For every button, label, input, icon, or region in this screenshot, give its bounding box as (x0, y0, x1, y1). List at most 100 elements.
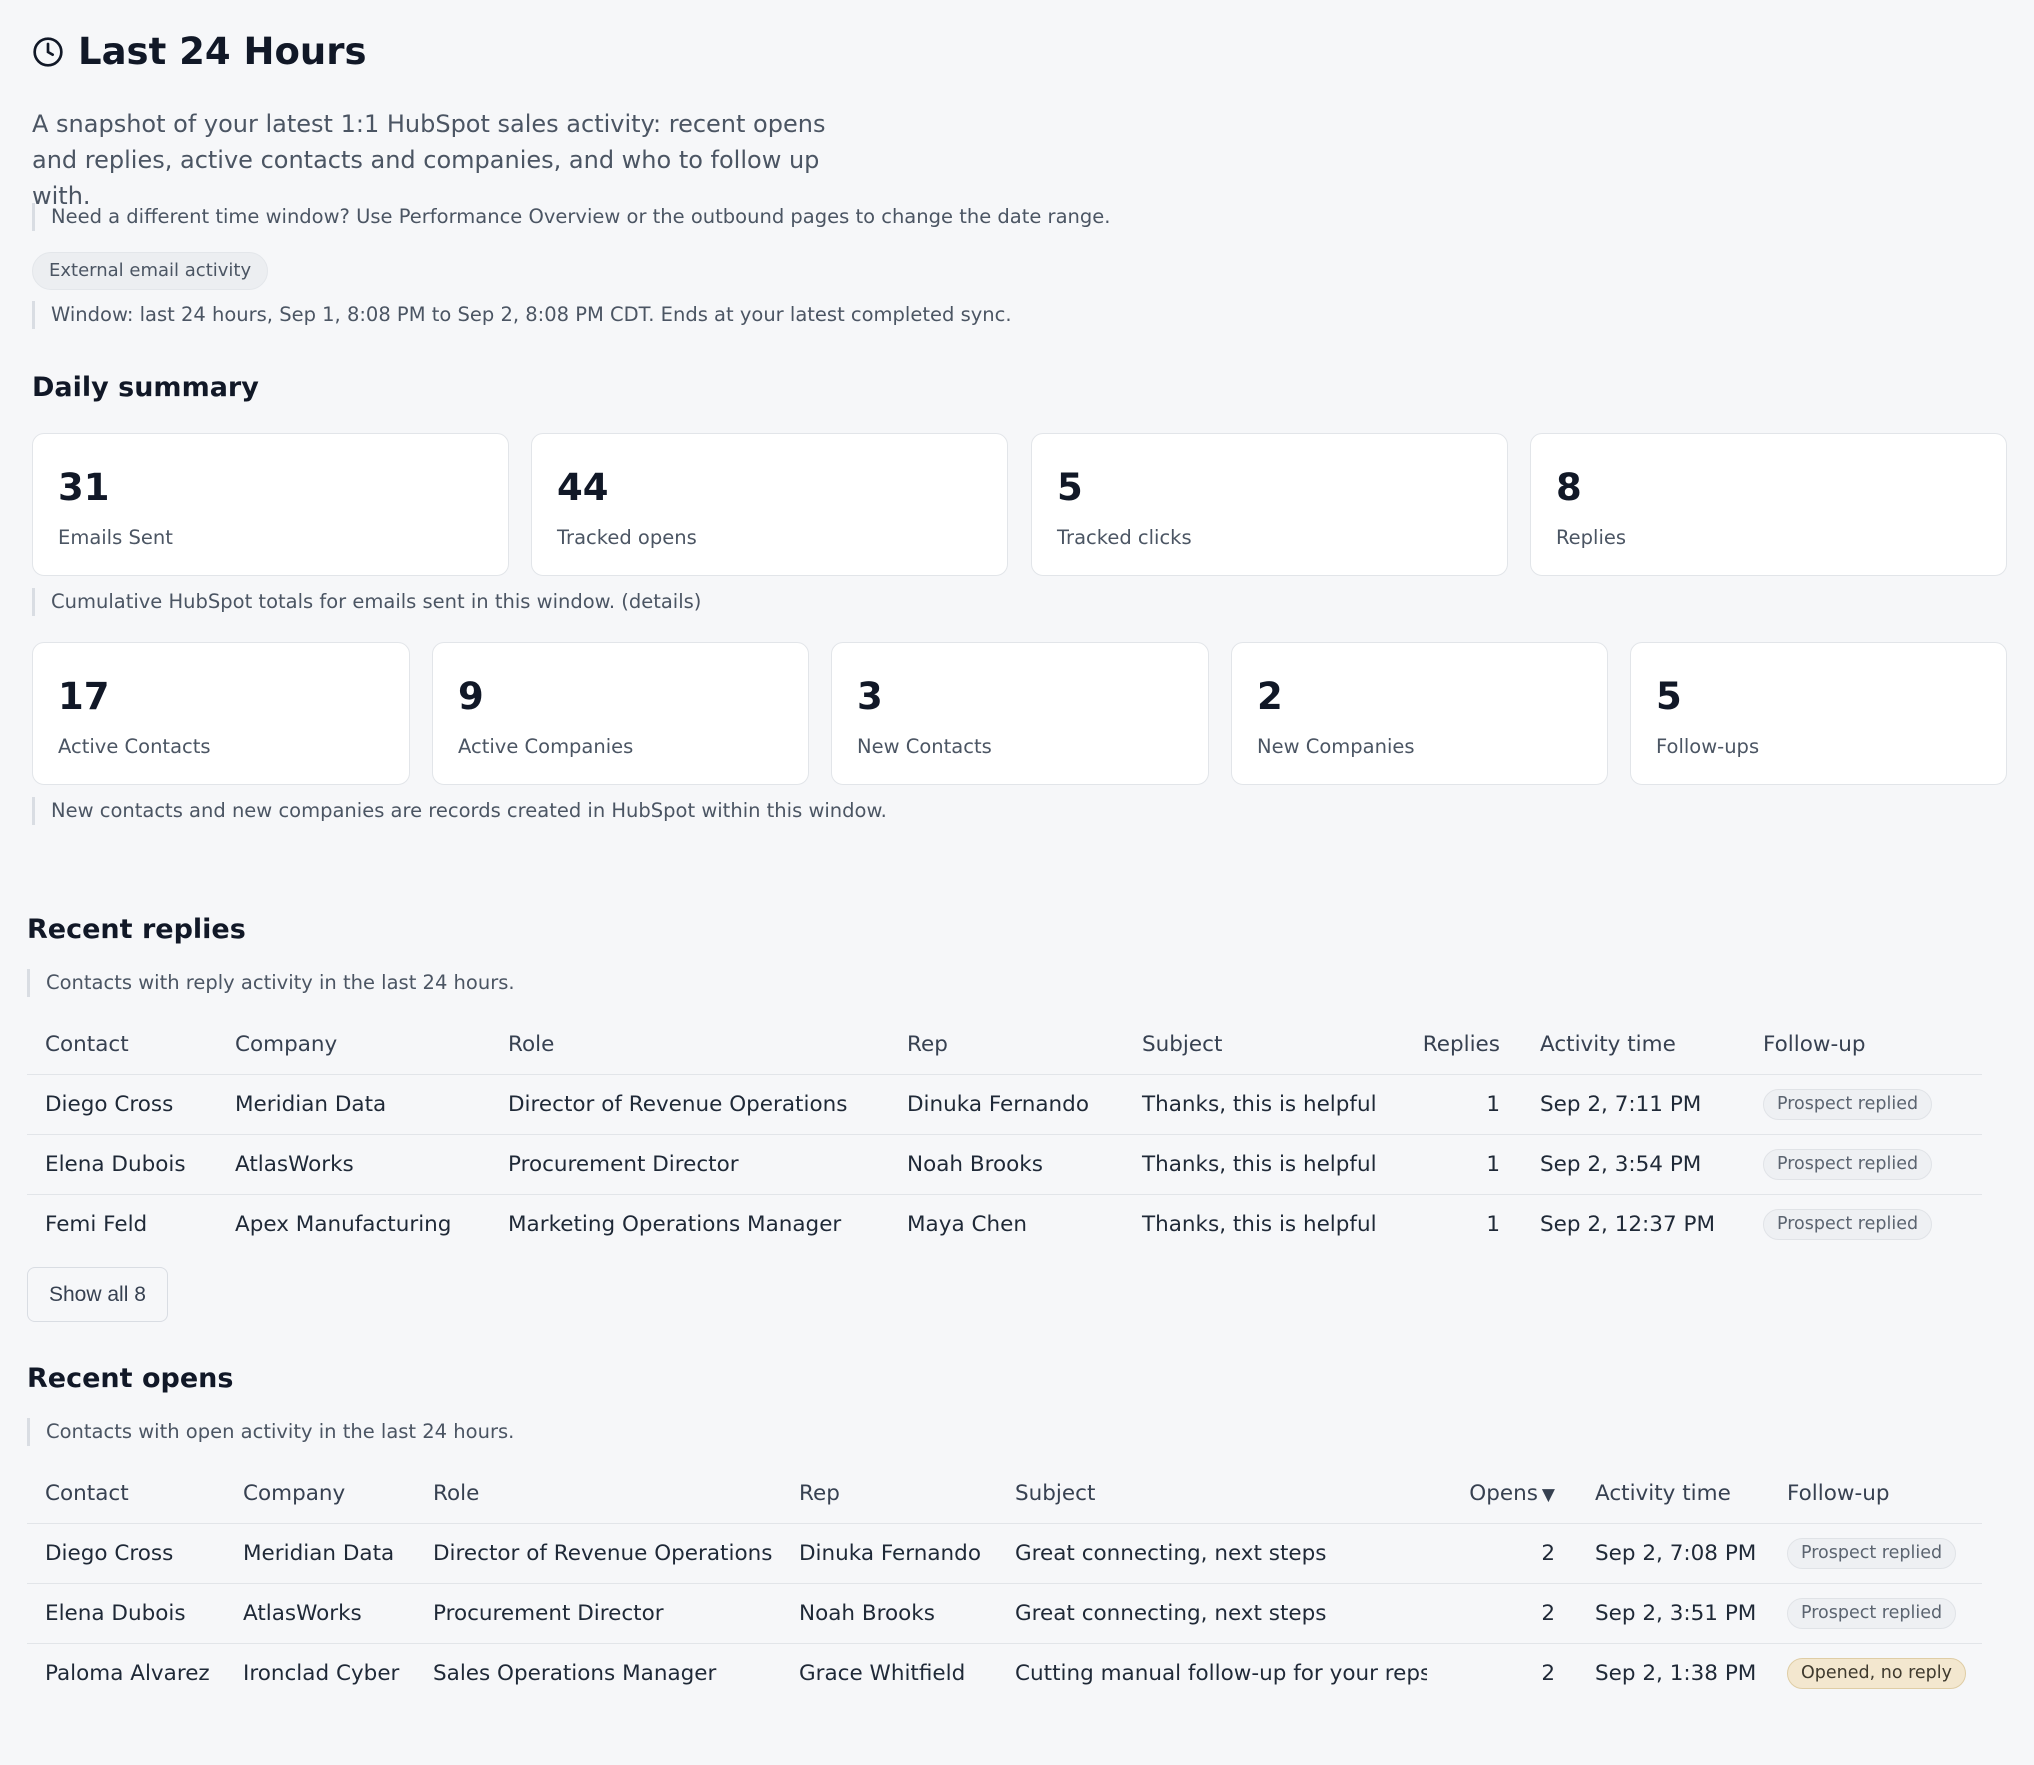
new-records-note: New contacts and new companies are recor… (32, 797, 887, 825)
opens-count-cell: 2 (1427, 1523, 1577, 1584)
recent-opens-title: Recent opens (27, 1363, 234, 1394)
new-contacts-label: New Contacts (857, 735, 992, 758)
column-header-subject[interactable]: Subject (1124, 1016, 1386, 1075)
column-header-contact[interactable]: Contact (27, 1016, 217, 1075)
subject-cell: Great connecting, next steps (997, 1523, 1427, 1584)
follow-up-cell: Prospect replied (1745, 1194, 1982, 1254)
contact-cell[interactable]: Elena Dubois (27, 1134, 217, 1195)
table-header-row: Contact Company Role Rep Subject Opens ▼ … (27, 1465, 1982, 1524)
column-header-follow-up[interactable]: Follow-up (1745, 1016, 1982, 1075)
column-header-contact[interactable]: Contact (27, 1465, 225, 1524)
active-companies-label: Active Companies (458, 735, 634, 758)
follow-ups-card: 5 Follow-ups (1630, 642, 2007, 785)
daily-summary-title: Daily summary (32, 372, 259, 403)
subject-cell: Great connecting, next steps (997, 1583, 1427, 1644)
role-cell: Director of Revenue Operations (490, 1074, 889, 1135)
follow-up-cell: Prospect replied (1745, 1134, 1982, 1195)
contact-cell[interactable]: Elena Dubois (27, 1583, 225, 1644)
table-row[interactable]: Diego Cross Meridian Data Director of Re… (27, 1074, 1982, 1135)
recent-replies-note: Contacts with reply activity in the last… (27, 969, 515, 997)
column-header-role[interactable]: Role (490, 1016, 889, 1075)
rep-cell: Noah Brooks (781, 1583, 997, 1644)
follow-up-cell: Prospect replied (1745, 1074, 1982, 1135)
tracked-clicks-value: 5 (1057, 466, 1083, 509)
activity-time-cell: Sep 2, 7:11 PM (1522, 1074, 1745, 1135)
column-header-rep[interactable]: Rep (781, 1465, 997, 1524)
window-note: Window: last 24 hours, Sep 1, 8:08 PM to… (32, 301, 1012, 329)
tracked-opens-label: Tracked opens (557, 526, 697, 549)
column-header-activity-time[interactable]: Activity time (1522, 1016, 1745, 1075)
emails-sent-card: 31 Emails Sent (32, 433, 509, 576)
tracked-opens-value: 44 (557, 466, 609, 509)
subject-cell: Cutting manual follow-up for your reps (1015, 1660, 1427, 1686)
company-cell[interactable]: AtlasWorks (217, 1134, 490, 1195)
page-intro: A snapshot of your latest 1:1 HubSpot sa… (32, 110, 826, 210)
emails-sent-label: Emails Sent (58, 526, 173, 549)
show-all-replies-button[interactable]: Show all 8 (27, 1267, 168, 1322)
replies-label: Replies (1556, 526, 1627, 549)
role-cell: Procurement Director (490, 1134, 889, 1195)
company-cell[interactable]: Apex Manufacturing (217, 1194, 490, 1254)
active-companies-value: 9 (458, 675, 484, 718)
role-cell: Director of Revenue Operations (415, 1523, 781, 1584)
column-header-activity-time[interactable]: Activity time (1577, 1465, 1769, 1524)
page-header: Last 24 Hours (32, 30, 367, 73)
follow-up-cell: Prospect replied (1769, 1583, 1982, 1644)
active-contacts-label: Active Contacts (58, 735, 211, 758)
role-cell: Procurement Director (415, 1583, 781, 1644)
subject-cell: Thanks, this is helpful (1124, 1074, 1386, 1135)
table-row[interactable]: Femi Feld Apex Manufacturing Marketing O… (27, 1194, 1982, 1254)
replies-count-cell: 1 (1386, 1074, 1522, 1135)
follow-up-cell: Prospect replied (1769, 1523, 1982, 1584)
company-cell[interactable]: Meridian Data (225, 1523, 415, 1584)
company-cell[interactable]: Meridian Data (217, 1074, 490, 1135)
cumulative-totals-note: Cumulative HubSpot totals for emails sen… (32, 588, 701, 616)
column-header-replies[interactable]: Replies (1386, 1016, 1522, 1075)
company-cell[interactable]: AtlasWorks (225, 1583, 415, 1644)
activity-time-cell: Sep 2, 12:37 PM (1540, 1211, 1716, 1237)
contact-cell[interactable]: Femi Feld (27, 1194, 217, 1254)
opens-count-cell: 2 (1427, 1583, 1577, 1644)
recent-opens-table: Contact Company Role Rep Subject Opens ▼ … (27, 1465, 1982, 1703)
rep-cell: Noah Brooks (889, 1134, 1124, 1195)
column-header-role[interactable]: Role (415, 1465, 781, 1524)
subject-cell: Thanks, this is helpful (1142, 1211, 1377, 1237)
follow-up-badge: Prospect replied (1763, 1148, 1933, 1180)
active-companies-card: 9 Active Companies (432, 642, 809, 785)
external-email-activity-tag: External email activity (32, 252, 269, 290)
follow-ups-label: Follow-ups (1656, 735, 1760, 758)
company-cell[interactable]: Ironclad Cyber (225, 1643, 415, 1703)
table-row[interactable]: Elena Dubois AtlasWorks Procurement Dire… (27, 1134, 1982, 1195)
table-row[interactable]: Paloma Alvarez Ironclad Cyber Sales Oper… (27, 1643, 1982, 1703)
active-contacts-value: 17 (58, 675, 110, 718)
column-header-subject[interactable]: Subject (997, 1465, 1427, 1524)
replies-value: 8 (1556, 466, 1582, 509)
column-header-opens[interactable]: Opens ▼ (1427, 1465, 1577, 1524)
new-contacts-card: 3 New Contacts (831, 642, 1209, 785)
follow-up-badge: Prospect replied (1787, 1597, 1957, 1629)
table-header-row: Contact Company Role Rep Subject Replies… (27, 1016, 1982, 1075)
follow-up-badge: Prospect replied (1763, 1088, 1933, 1120)
opens-count-cell: 2 (1541, 1660, 1555, 1686)
table-row[interactable]: Elena Dubois AtlasWorks Procurement Dire… (27, 1583, 1982, 1644)
contact-cell[interactable]: Diego Cross (27, 1074, 217, 1135)
follow-up-cell: Opened, no reply (1769, 1643, 1982, 1703)
rep-cell: Dinuka Fernando (781, 1523, 997, 1584)
activity-time-cell: Sep 2, 7:08 PM (1577, 1523, 1769, 1584)
replies-count-cell: 1 (1386, 1134, 1522, 1195)
contact-cell[interactable]: Diego Cross (27, 1523, 225, 1584)
contact-cell[interactable]: Paloma Alvarez (27, 1643, 225, 1703)
activity-time-cell: Sep 2, 1:38 PM (1595, 1660, 1757, 1686)
new-companies-value: 2 (1257, 675, 1283, 718)
rep-cell: Dinuka Fernando (889, 1074, 1124, 1135)
table-row[interactable]: Diego Cross Meridian Data Director of Re… (27, 1523, 1982, 1584)
column-header-company[interactable]: Company (217, 1016, 490, 1075)
column-header-rep[interactable]: Rep (889, 1016, 1124, 1075)
column-header-company[interactable]: Company (225, 1465, 415, 1524)
follow-up-badge: Prospect replied (1763, 1208, 1933, 1240)
column-header-follow-up[interactable]: Follow-up (1769, 1465, 1982, 1524)
rep-cell: Grace Whitfield (799, 1660, 966, 1686)
emails-sent-value: 31 (58, 466, 110, 509)
replies-card: 8 Replies (1530, 433, 2007, 576)
replies-count-cell: 1 (1486, 1211, 1500, 1237)
